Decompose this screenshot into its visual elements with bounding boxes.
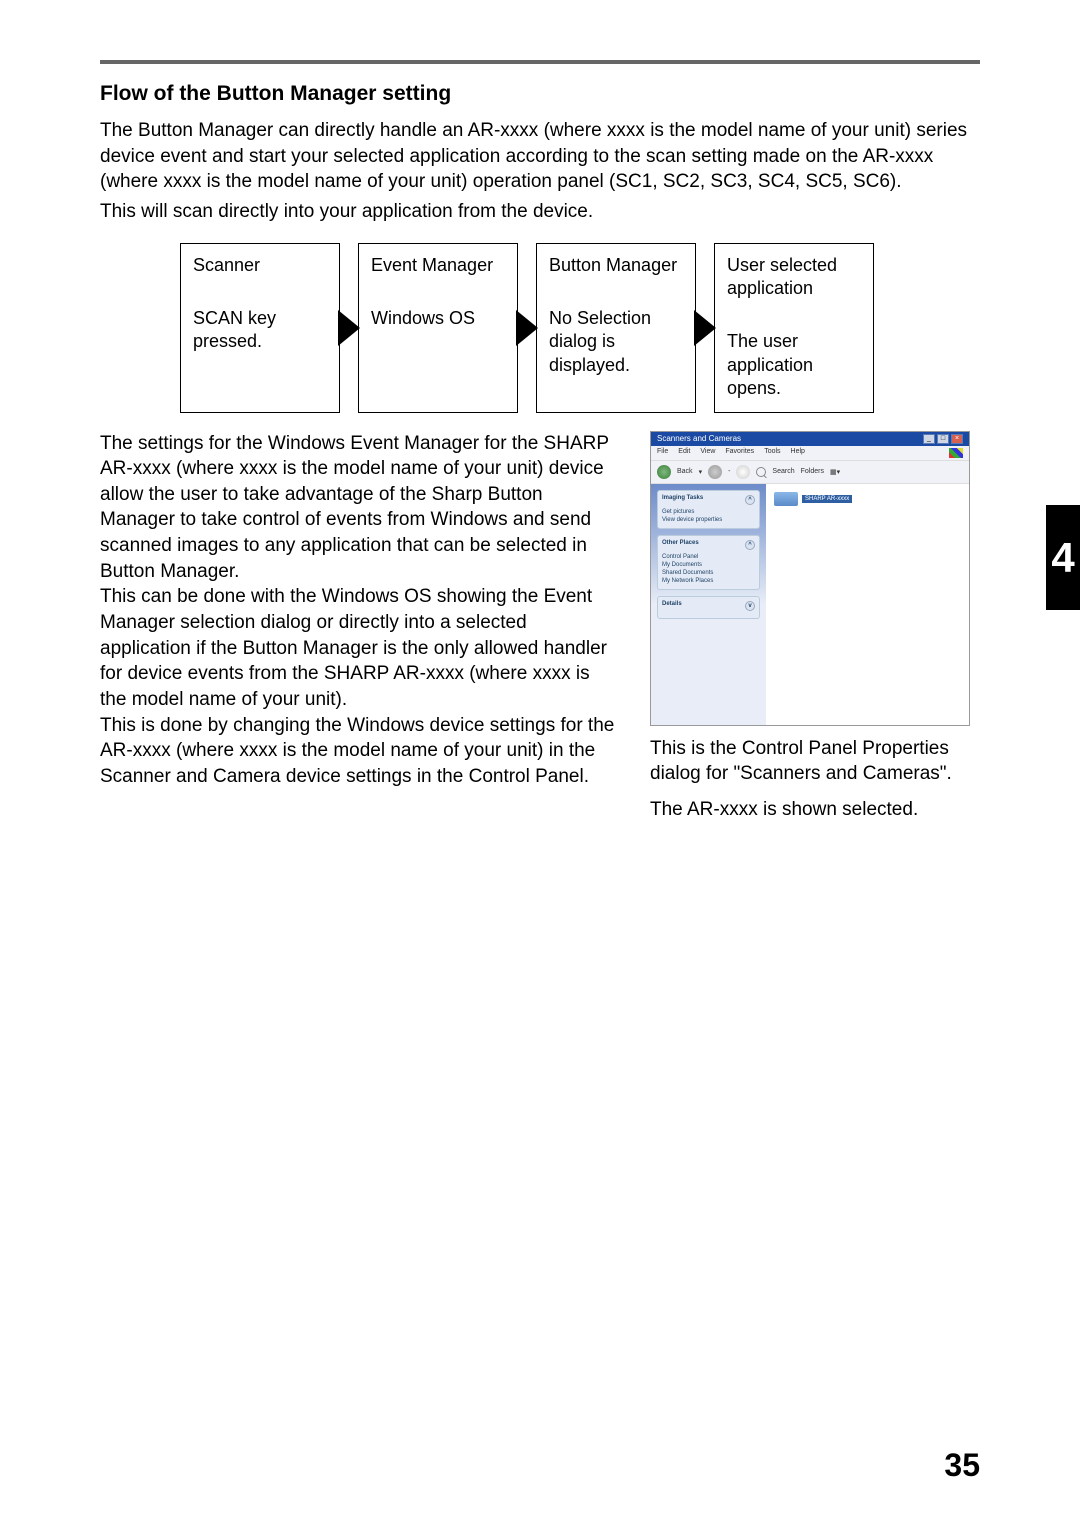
- side-item: Get pictures: [662, 508, 755, 516]
- toolbar-back-label: Back: [677, 468, 693, 475]
- flow-box-event-manager: Event Manager Windows OS: [358, 243, 518, 413]
- arrow-icon: [516, 310, 538, 346]
- flow-box-detail: SCAN key pressed.: [193, 307, 327, 354]
- device-label: SHARP AR-xxxx: [802, 495, 852, 503]
- windows-flag-icon: [949, 448, 963, 458]
- menu-view: View: [700, 448, 715, 458]
- side-panel: Imaging Tasks ^ Get pictures View device…: [651, 484, 766, 725]
- close-icon: ×: [951, 434, 963, 444]
- section-title: Flow of the Button Manager setting: [100, 82, 980, 106]
- collapse-icon: ^: [745, 495, 755, 505]
- body-paragraph: This is done by changing the Windows dev…: [100, 713, 620, 790]
- minimize-icon: _: [923, 434, 935, 444]
- arrow-icon: [694, 310, 716, 346]
- forward-icon: [708, 465, 722, 479]
- main-panel: SHARP AR-xxxx: [766, 484, 969, 725]
- search-icon: [756, 467, 766, 477]
- flow-box-detail: No Selection dialog is displayed.: [549, 307, 683, 377]
- toolbar: Back ▾ - Search Folders ▦▾: [651, 460, 969, 484]
- menu-favorites: Favorites: [725, 448, 754, 458]
- side-item: Shared Documents: [662, 569, 755, 577]
- menu-edit: Edit: [678, 448, 690, 458]
- arrow-icon: [338, 310, 360, 346]
- up-icon: [736, 465, 750, 479]
- side-section-title: Details: [662, 601, 682, 611]
- menu-file: File: [657, 448, 668, 458]
- intro-paragraph-2: This will scan directly into your applic…: [100, 199, 980, 225]
- maximize-icon: □: [937, 434, 949, 444]
- toolbar-search-label: Search: [772, 468, 794, 475]
- window-title: Scanners and Cameras: [657, 434, 741, 443]
- header-divider: [100, 60, 980, 64]
- screenshot-scanners-cameras: Scanners and Cameras _ □ × File Edit Vie…: [650, 431, 970, 726]
- menu-bar: File Edit View Favorites Tools Help: [651, 446, 969, 460]
- flow-box-label: Scanner: [193, 254, 327, 277]
- flow-box-label: User selected application: [727, 254, 861, 301]
- flow-box-label: Event Manager: [371, 254, 505, 277]
- page-number: 35: [944, 1447, 980, 1484]
- expand-icon: v: [745, 601, 755, 611]
- collapse-icon: ^: [745, 540, 755, 550]
- back-icon: [657, 465, 671, 479]
- scanner-icon: [774, 492, 798, 506]
- flow-box-detail: The user application opens.: [727, 330, 861, 400]
- intro-paragraph-1: The Button Manager can directly handle a…: [100, 118, 980, 195]
- body-paragraph: This can be done with the Windows OS sho…: [100, 584, 620, 712]
- flow-box-user-app: User selected application The user appli…: [714, 243, 874, 413]
- flow-box-scanner: Scanner SCAN key pressed.: [180, 243, 340, 413]
- side-item: My Documents: [662, 561, 755, 569]
- left-text-column: The settings for the Windows Event Manag…: [100, 431, 620, 823]
- flow-diagram: Scanner SCAN key pressed. Event Manager …: [180, 243, 980, 413]
- menu-tools: Tools: [764, 448, 780, 458]
- menu-help: Help: [791, 448, 805, 458]
- screenshot-caption-1: This is the Control Panel Properties dia…: [650, 736, 980, 787]
- side-section-title: Imaging Tasks: [662, 495, 703, 505]
- right-column: Scanners and Cameras _ □ × File Edit Vie…: [650, 431, 980, 823]
- side-item: View device properties: [662, 516, 755, 524]
- side-item: Control Panel: [662, 553, 755, 561]
- flow-box-label: Button Manager: [549, 254, 683, 277]
- side-section-title: Other Places: [662, 540, 699, 550]
- window-titlebar: Scanners and Cameras _ □ ×: [651, 432, 969, 446]
- flow-box-detail: Windows OS: [371, 307, 505, 330]
- screenshot-caption-2: The AR-xxxx is shown selected.: [650, 797, 980, 823]
- toolbar-folders-label: Folders: [801, 468, 824, 475]
- device-item: SHARP AR-xxxx: [774, 492, 961, 506]
- side-item: My Network Places: [662, 577, 755, 585]
- views-icon: ▦▾: [830, 468, 840, 476]
- chapter-tab: 4: [1046, 505, 1080, 610]
- body-paragraph: The settings for the Windows Event Manag…: [100, 431, 620, 585]
- flow-box-button-manager: Button Manager No Selection dialog is di…: [536, 243, 696, 413]
